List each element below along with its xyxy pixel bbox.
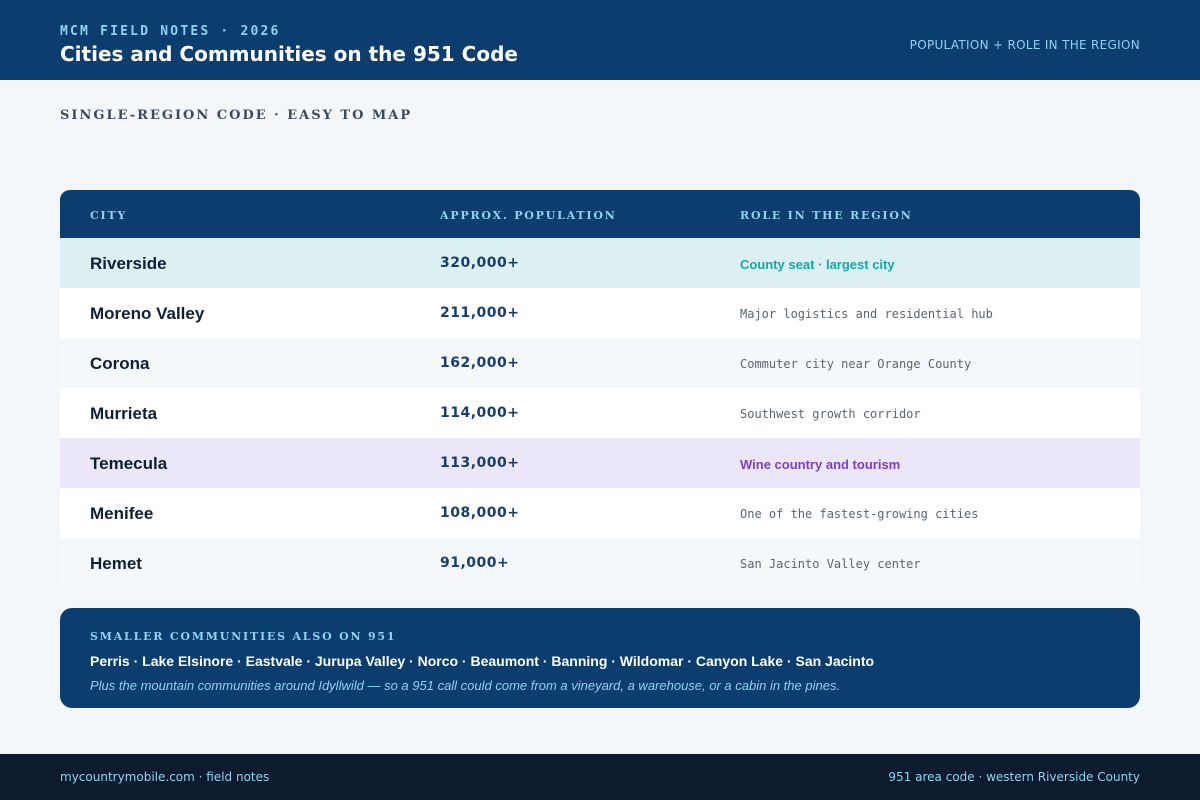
city-name: Menifee <box>90 504 154 523</box>
callout-note: Plus the mountain communities around Idy… <box>90 678 841 693</box>
cities-table: CITY APPROX. POPULATION ROLE IN THE REGI… <box>60 190 1140 588</box>
city-role: Southwest growth corridor <box>740 407 921 421</box>
city-name: Moreno Valley <box>90 304 205 323</box>
column-header-city: CITY <box>90 209 128 222</box>
header-right-label: POPULATION + ROLE IN THE REGION <box>909 38 1140 52</box>
footer-caption: 951 area code · western Riverside County <box>888 770 1140 784</box>
city-role: Major logistics and residential hub <box>740 307 993 321</box>
table-row: Riverside 320,000+ County seat · largest… <box>60 238 1140 288</box>
city-population: 320,000+ <box>440 255 520 271</box>
city-name: Corona <box>90 354 150 373</box>
city-role: County seat · largest city <box>740 257 895 272</box>
page-header: MCM FIELD NOTES · 2026 Cities and Commun… <box>0 0 1200 80</box>
table-row: Hemet 91,000+ San Jacinto Valley center <box>60 538 1140 588</box>
table-row: Menifee 108,000+ One of the fastest-grow… <box>60 488 1140 538</box>
city-role: One of the fastest-growing cities <box>740 507 979 521</box>
city-population: 211,000+ <box>440 305 520 321</box>
table-header: CITY APPROX. POPULATION ROLE IN THE REGI… <box>60 190 1140 238</box>
city-population: 91,000+ <box>440 555 510 571</box>
table-row: Temecula 113,000+ Wine country and touri… <box>60 438 1140 488</box>
smaller-communities-callout: SMALLER COMMUNITIES ALSO ON 951 Perris ·… <box>60 608 1140 708</box>
city-role: Commuter city near Orange County <box>740 357 972 371</box>
table-row: Corona 162,000+ Commuter city near Orang… <box>60 338 1140 388</box>
table-row: Moreno Valley 211,000+ Major logistics a… <box>60 288 1140 338</box>
communities-list: Perris · Lake Elsinore · Eastvale · Juru… <box>90 653 875 669</box>
column-header-role: ROLE IN THE REGION <box>740 209 913 222</box>
city-role: San Jacinto Valley center <box>740 557 921 571</box>
city-population: 114,000+ <box>440 405 520 421</box>
page-title: Cities and Communities on the 951 Code <box>60 42 518 66</box>
callout-label: SMALLER COMMUNITIES ALSO ON 951 <box>90 630 397 643</box>
subheading: SINGLE-REGION CODE · EASY TO MAP <box>60 108 413 123</box>
city-population: 108,000+ <box>440 505 520 521</box>
column-header-population: APPROX. POPULATION <box>440 209 617 222</box>
city-role: Wine country and tourism <box>740 457 901 472</box>
page-footer: mycountrymobile.com · field notes 951 ar… <box>0 754 1200 800</box>
city-name: Hemet <box>90 554 142 573</box>
city-name: Temecula <box>90 454 168 473</box>
city-name: Murrieta <box>90 404 158 423</box>
table-row: Murrieta 114,000+ Southwest growth corri… <box>60 388 1140 438</box>
footer-source: mycountrymobile.com · field notes <box>60 770 270 784</box>
city-name: Riverside <box>90 254 167 273</box>
city-population: 162,000+ <box>440 355 520 371</box>
header-eyebrow: MCM FIELD NOTES · 2026 <box>60 24 281 39</box>
city-population: 113,000+ <box>440 455 520 471</box>
